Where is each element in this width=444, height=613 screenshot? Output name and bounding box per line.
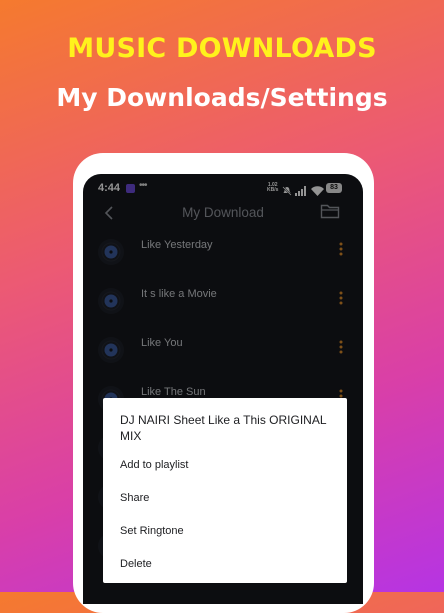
- menu-title: DJ NAIRI Sheet Like a This ORIGINAL MIX: [120, 413, 327, 443]
- promo-subtitle: My Downloads/Settings: [56, 83, 388, 112]
- menu-item-delete[interactable]: Delete: [120, 551, 320, 577]
- menu-item-set-ringtone[interactable]: Set Ringtone: [120, 518, 320, 544]
- promo-title: MUSIC DOWNLOADS: [67, 33, 377, 64]
- context-menu: DJ NAIRI Sheet Like a This ORIGINAL MIX …: [103, 398, 347, 583]
- menu-item-add-to-playlist[interactable]: Add to playlist: [120, 452, 320, 478]
- menu-item-share[interactable]: Share: [120, 485, 320, 511]
